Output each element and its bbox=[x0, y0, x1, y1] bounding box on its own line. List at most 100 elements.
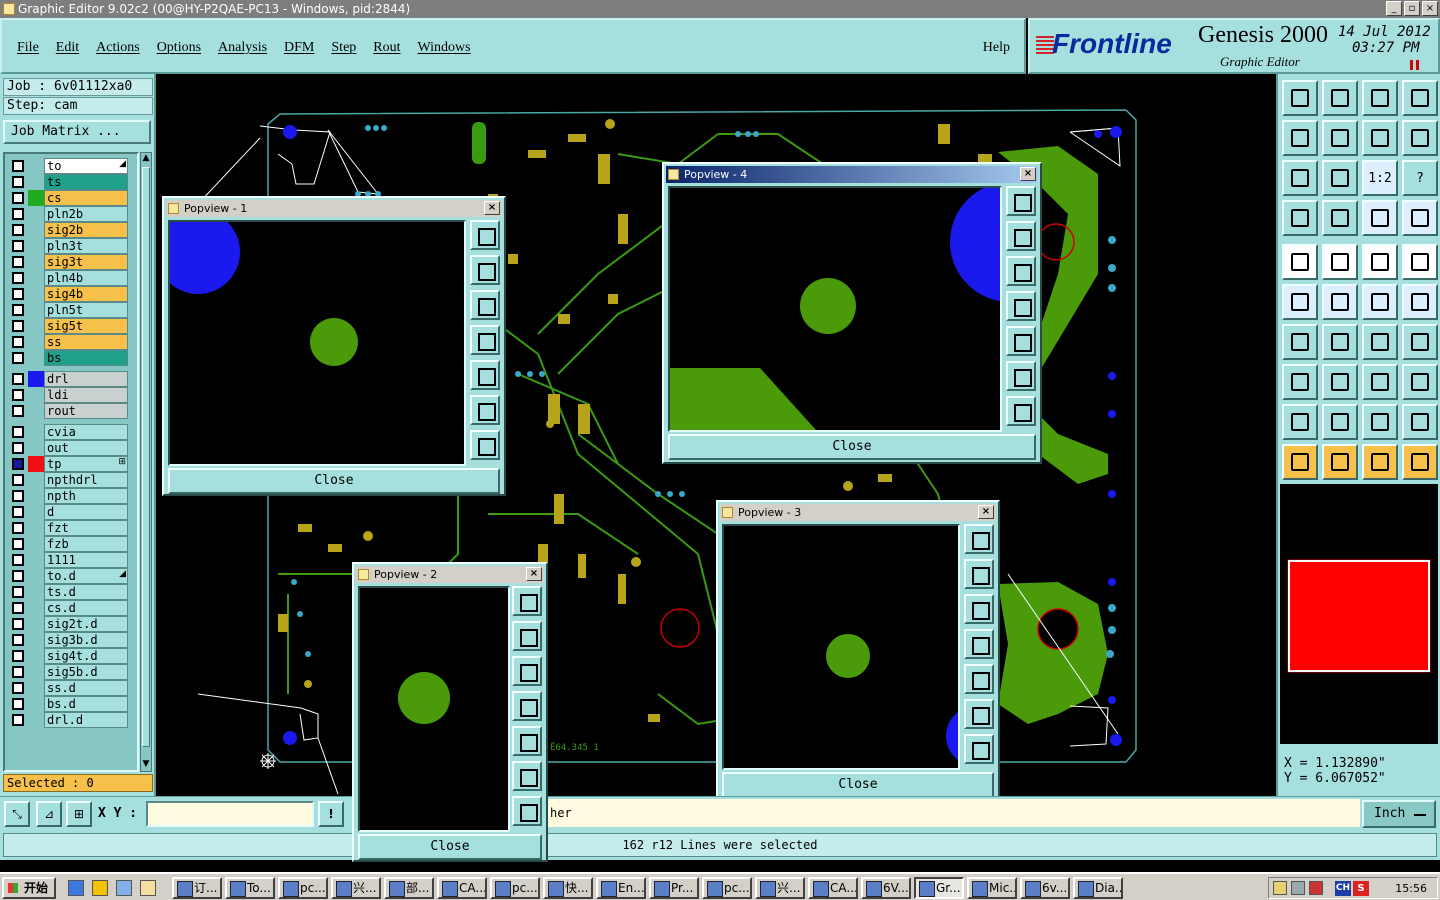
layer-row[interactable]: d bbox=[8, 504, 128, 520]
restore-button[interactable]: ▫ bbox=[1404, 1, 1420, 16]
taskbar-item[interactable]: Mic... bbox=[967, 877, 1017, 899]
layer-display-checkbox[interactable] bbox=[12, 666, 24, 678]
layer-name[interactable]: ss bbox=[44, 334, 128, 350]
layer-color-swatch[interactable] bbox=[28, 504, 44, 520]
connect-icon[interactable] bbox=[1282, 284, 1318, 320]
ime-icon[interactable]: S bbox=[1353, 881, 1369, 896]
layer-display-checkbox[interactable] bbox=[12, 586, 24, 598]
snap-icon[interactable]: ⤡ bbox=[4, 801, 30, 827]
popview-4-close-button[interactable]: Close bbox=[668, 434, 1036, 460]
tray-pen-icon[interactable] bbox=[1309, 881, 1323, 895]
shapes-icon[interactable] bbox=[1402, 364, 1438, 400]
layer-row[interactable]: sig2b bbox=[8, 222, 128, 238]
window-icon[interactable] bbox=[1402, 80, 1438, 116]
scroll-up-icon[interactable]: ▲ bbox=[141, 153, 151, 165]
layer-row[interactable]: cs bbox=[8, 190, 128, 206]
taskbar-item[interactable]: CA... bbox=[808, 877, 858, 899]
layer-row[interactable]: drl.d bbox=[8, 712, 128, 728]
export-icon[interactable] bbox=[1322, 120, 1358, 156]
network-icon[interactable] bbox=[116, 880, 132, 896]
menu-step[interactable]: Step bbox=[331, 40, 356, 56]
import-icon[interactable] bbox=[1282, 120, 1318, 156]
color-icon[interactable] bbox=[1322, 244, 1358, 280]
popview-pan-right-button[interactable] bbox=[1006, 326, 1036, 356]
layer-color-swatch[interactable] bbox=[28, 616, 44, 632]
x-icon[interactable] bbox=[1322, 284, 1358, 320]
menu-file[interactable]: File bbox=[17, 40, 39, 56]
layer-row[interactable]: cvia bbox=[8, 424, 128, 440]
layer-display-checkbox[interactable] bbox=[12, 570, 24, 582]
layer-display-checkbox[interactable] bbox=[12, 256, 24, 268]
ratio-button[interactable]: 1:2 bbox=[1362, 160, 1398, 196]
graphics-canvas[interactable]: Ë64.345 1 Popview - 1 × Close Popview - … bbox=[158, 74, 1276, 796]
layer-name[interactable]: sig3t bbox=[44, 254, 128, 270]
layer-row[interactable]: fzt bbox=[8, 520, 128, 536]
layer-display-checkbox[interactable] bbox=[12, 618, 24, 630]
layer-color-swatch[interactable] bbox=[28, 403, 44, 419]
notepad-icon[interactable] bbox=[140, 880, 156, 896]
layer-color-swatch[interactable] bbox=[28, 664, 44, 680]
layer-name[interactable]: d bbox=[44, 504, 128, 520]
popview-pan-right-button[interactable] bbox=[470, 360, 500, 390]
layer-color-swatch[interactable] bbox=[28, 440, 44, 456]
menu-options[interactable]: Options bbox=[157, 40, 201, 56]
menu-edit[interactable]: Edit bbox=[56, 40, 79, 56]
path-icon[interactable] bbox=[1402, 444, 1438, 480]
triangle-4-icon[interactable] bbox=[1402, 404, 1438, 440]
triangle-3-icon[interactable] bbox=[1362, 404, 1398, 440]
popview-3-viewport[interactable] bbox=[722, 524, 960, 770]
select-box-icon[interactable] bbox=[1282, 364, 1318, 400]
taskbar-item[interactable]: Pr... bbox=[649, 877, 699, 899]
layer-list-scrollbar[interactable]: ▲ ▼ bbox=[140, 152, 152, 772]
layer-color-swatch[interactable] bbox=[28, 600, 44, 616]
layer-display-checkbox[interactable] bbox=[12, 602, 24, 614]
layer-display-checkbox[interactable] bbox=[12, 160, 24, 172]
layer-color-swatch[interactable] bbox=[28, 174, 44, 190]
layer-name[interactable]: pln4b bbox=[44, 270, 128, 286]
menu-windows[interactable]: Windows bbox=[418, 40, 471, 56]
layer-row[interactable]: ss bbox=[8, 334, 128, 350]
layer-display-checkbox[interactable] bbox=[12, 538, 24, 550]
layer-display-checkbox[interactable] bbox=[12, 304, 24, 316]
taskbar-item[interactable]: pc... bbox=[490, 877, 540, 899]
popview-pan-down-button[interactable] bbox=[1006, 256, 1036, 286]
layer-color-swatch[interactable] bbox=[28, 696, 44, 712]
layer-name[interactable]: sig2b bbox=[44, 222, 128, 238]
popview-pan-left-button[interactable] bbox=[1006, 291, 1036, 321]
layer-row[interactable]: rout bbox=[8, 403, 128, 419]
layer-display-checkbox[interactable] bbox=[12, 522, 24, 534]
home-down-icon[interactable] bbox=[1322, 80, 1358, 116]
layer-row[interactable]: sig5b.d bbox=[8, 664, 128, 680]
layer-color-swatch[interactable] bbox=[28, 520, 44, 536]
taskbar-item[interactable]: 部... bbox=[384, 877, 434, 899]
popview-zoom-in-button[interactable] bbox=[964, 699, 994, 729]
layer-name[interactable]: npthdrl bbox=[44, 472, 128, 488]
layer-color-swatch[interactable] bbox=[28, 648, 44, 664]
popview-4-close-icon[interactable]: × bbox=[1020, 167, 1036, 181]
layer-display-checkbox[interactable] bbox=[12, 389, 24, 401]
layer-row[interactable]: pln4b bbox=[8, 270, 128, 286]
layer-color-swatch[interactable] bbox=[28, 584, 44, 600]
pointer-icon[interactable] bbox=[1282, 444, 1318, 480]
layer-display-checkbox[interactable] bbox=[12, 442, 24, 454]
triangle-2-icon[interactable] bbox=[1322, 404, 1358, 440]
measure-icon[interactable]: ⊿ bbox=[36, 801, 62, 827]
layer-color-swatch[interactable] bbox=[28, 222, 44, 238]
taskbar-item[interactable]: Dia... bbox=[1073, 877, 1123, 899]
popview-pan-down-button[interactable] bbox=[964, 594, 994, 624]
popview-pan-up-button[interactable] bbox=[512, 621, 542, 651]
menu-rout[interactable]: Rout bbox=[373, 40, 400, 56]
probe-icon[interactable] bbox=[1322, 200, 1358, 236]
popview-2-close-button[interactable]: Close bbox=[358, 834, 542, 860]
popview-pan-right-button[interactable] bbox=[512, 726, 542, 756]
layer-display-checkbox[interactable] bbox=[12, 192, 24, 204]
layer-name[interactable]: ss.d bbox=[44, 680, 128, 696]
help-tool-button[interactable]: ? bbox=[1402, 160, 1438, 196]
layer-display-checkbox[interactable] bbox=[12, 458, 24, 470]
layer-display-checkbox[interactable] bbox=[12, 176, 24, 188]
scroll-down-icon[interactable]: ▼ bbox=[141, 759, 151, 771]
menu-analysis[interactable]: Analysis bbox=[218, 40, 267, 56]
active-layer-color[interactable] bbox=[1287, 559, 1431, 673]
layer-display-checkbox[interactable] bbox=[12, 208, 24, 220]
layer-row[interactable]: to.d ◢ bbox=[8, 568, 128, 584]
